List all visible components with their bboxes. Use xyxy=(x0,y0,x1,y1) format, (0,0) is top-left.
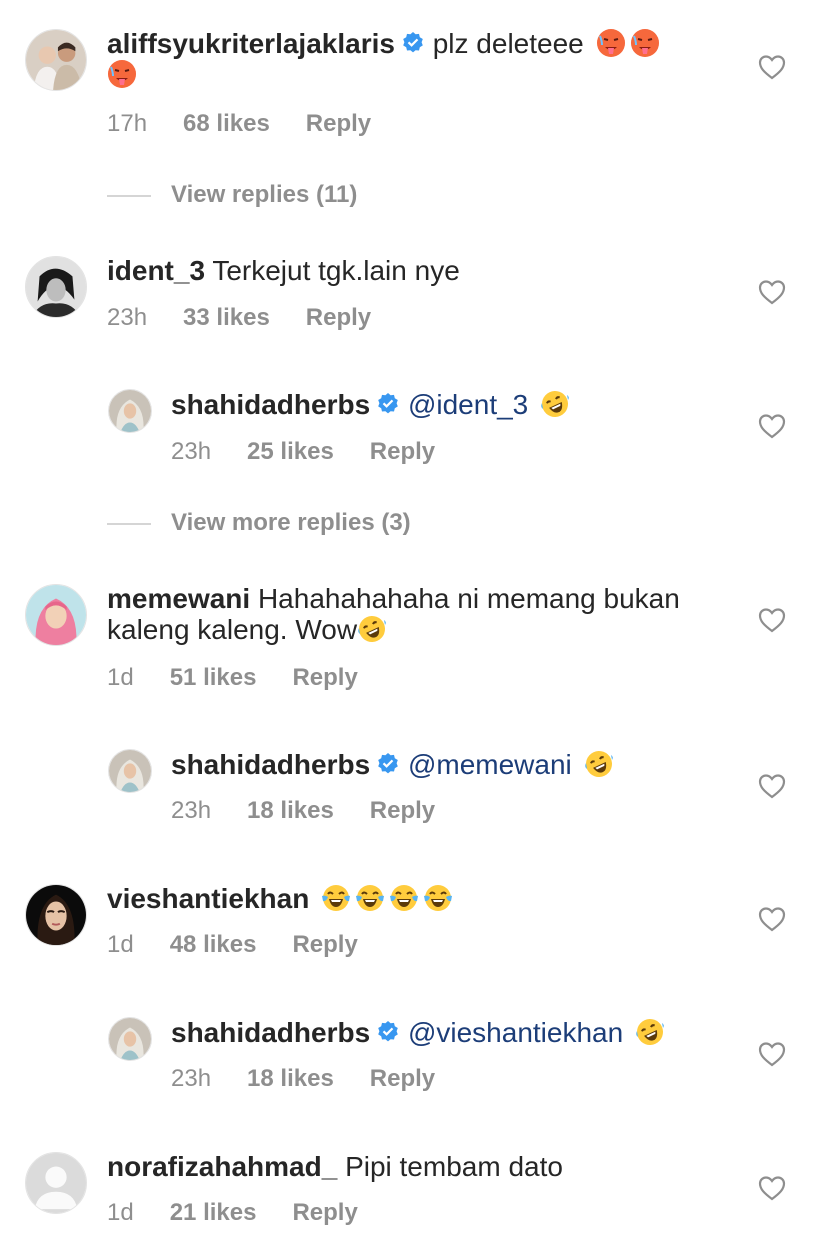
timestamp: 17h xyxy=(107,110,148,137)
view-replies-label[interactable]: View more replies (3) xyxy=(171,509,411,536)
like-heart-icon[interactable] xyxy=(758,279,786,305)
reply-button[interactable]: Reply xyxy=(292,664,357,691)
mention-link[interactable]: @memewani xyxy=(408,749,572,780)
avatar[interactable] xyxy=(108,749,152,793)
timestamp: 23h xyxy=(107,304,148,331)
avatar[interactable] xyxy=(25,29,87,91)
comment-meta: 17h 68 likes Reply xyxy=(107,110,371,138)
timestamp: 1d xyxy=(107,931,134,958)
like-heart-icon[interactable] xyxy=(758,1041,786,1067)
comment-meta: 1d 21 likes Reply xyxy=(107,1199,358,1227)
likes-count[interactable]: 21 likes xyxy=(170,1199,257,1226)
comment-meta: 23h 25 likes Reply xyxy=(171,438,435,466)
rofl-face-emoji-icon xyxy=(635,1017,665,1047)
avatar[interactable] xyxy=(108,1017,152,1061)
comment-text: ident_3 Terkejut tgk.lain nye xyxy=(107,255,707,286)
rofl-face-emoji-icon xyxy=(357,614,387,644)
username[interactable]: shahidadherbs xyxy=(171,749,370,780)
username[interactable]: shahidadherbs xyxy=(171,389,370,420)
comment-text-wrap: kaleng kaleng. Wow xyxy=(107,614,707,645)
likes-count[interactable]: 25 likes xyxy=(247,438,334,465)
reply-button[interactable]: Reply xyxy=(292,931,357,958)
verified-badge-icon xyxy=(401,31,425,55)
comment-text: norafizahahmad_ Pipi tembam dato xyxy=(107,1151,707,1182)
username[interactable]: memewani xyxy=(107,583,250,614)
comment-meta: 23h 18 likes Reply xyxy=(171,797,435,825)
divider-line xyxy=(107,194,151,197)
timestamp: 23h xyxy=(171,1065,212,1092)
view-replies-button[interactable]: View replies (11) xyxy=(107,181,357,211)
reply-button[interactable]: Reply xyxy=(306,304,371,331)
reply-button[interactable]: Reply xyxy=(306,110,371,137)
hot-face-emoji-icon xyxy=(596,28,626,58)
timestamp: 23h xyxy=(171,438,212,465)
rofl-face-emoji-icon xyxy=(540,389,570,419)
verified-badge-icon xyxy=(376,1020,400,1044)
mention-link[interactable]: @ident_3 xyxy=(408,389,528,420)
avatar[interactable] xyxy=(25,584,87,646)
tears-of-joy-emoji-icon xyxy=(355,883,385,913)
timestamp: 23h xyxy=(171,797,212,824)
likes-count[interactable]: 48 likes xyxy=(170,931,257,958)
comment-text-wrap xyxy=(107,59,707,90)
comment-meta: 1d 48 likes Reply xyxy=(107,931,358,959)
timestamp: 1d xyxy=(107,664,134,691)
timestamp: 1d xyxy=(107,1199,134,1226)
comment-text: shahidadherbs @ident_3 xyxy=(171,389,771,420)
divider-line xyxy=(107,522,151,525)
comment-meta: 1d 51 likes Reply xyxy=(107,664,358,692)
likes-count[interactable]: 18 likes xyxy=(247,1065,334,1092)
reply-button[interactable]: Reply xyxy=(370,797,435,824)
reply-button[interactable]: Reply xyxy=(370,438,435,465)
tears-of-joy-emoji-icon xyxy=(423,883,453,913)
tears-of-joy-emoji-icon xyxy=(389,883,419,913)
reply-button[interactable]: Reply xyxy=(370,1065,435,1092)
likes-count[interactable]: 33 likes xyxy=(183,304,270,331)
username[interactable]: aliffsyukriterlajaklaris xyxy=(107,28,395,59)
like-heart-icon[interactable] xyxy=(758,413,786,439)
verified-badge-icon xyxy=(376,392,400,416)
likes-count[interactable]: 51 likes xyxy=(170,664,257,691)
hot-face-emoji-icon xyxy=(630,28,660,58)
comment-text: vieshantiekhan xyxy=(107,883,707,914)
like-heart-icon[interactable] xyxy=(758,1175,786,1201)
comment-body: Pipi tembam dato xyxy=(345,1151,563,1182)
avatar[interactable] xyxy=(108,389,152,433)
like-heart-icon[interactable] xyxy=(758,54,786,80)
hot-face-emoji-icon xyxy=(107,59,137,89)
comment-body: Terkejut tgk.lain nye xyxy=(212,255,460,286)
comment-text: aliffsyukriterlajaklaris plz deleteee xyxy=(107,28,707,59)
reply-button[interactable]: Reply xyxy=(292,1199,357,1226)
mention-link[interactable]: @vieshantiekhan xyxy=(408,1017,623,1048)
comment-text: shahidadherbs @memewani xyxy=(171,749,771,780)
username[interactable]: norafizahahmad_ xyxy=(107,1151,337,1182)
like-heart-icon[interactable] xyxy=(758,607,786,633)
likes-count[interactable]: 68 likes xyxy=(183,110,270,137)
view-more-replies-button[interactable]: View more replies (3) xyxy=(107,509,411,539)
view-replies-label[interactable]: View replies (11) xyxy=(171,181,357,208)
tears-of-joy-emoji-icon xyxy=(321,883,351,913)
username[interactable]: ident_3 xyxy=(107,255,205,286)
comment-text: memewani Hahahahahaha ni memang bukan xyxy=(107,583,707,614)
comment-body: plz deleteee xyxy=(432,28,584,59)
comment-meta: 23h 18 likes Reply xyxy=(171,1065,435,1093)
avatar-placeholder[interactable] xyxy=(25,1152,87,1214)
avatar[interactable] xyxy=(25,884,87,946)
verified-badge-icon xyxy=(376,752,400,776)
avatar[interactable] xyxy=(25,256,87,318)
username[interactable]: shahidadherbs xyxy=(171,1017,370,1048)
username[interactable]: vieshantiekhan xyxy=(107,883,309,914)
comment-text: shahidadherbs @vieshantiekhan xyxy=(171,1017,771,1048)
like-heart-icon[interactable] xyxy=(758,773,786,799)
comment-body-continued: kaleng kaleng. Wow xyxy=(107,614,358,645)
comment-meta: 23h 33 likes Reply xyxy=(107,304,371,332)
rofl-face-emoji-icon xyxy=(584,749,614,779)
comment-body: Hahahahahaha ni memang bukan xyxy=(257,583,680,614)
likes-count[interactable]: 18 likes xyxy=(247,797,334,824)
like-heart-icon[interactable] xyxy=(758,906,786,932)
